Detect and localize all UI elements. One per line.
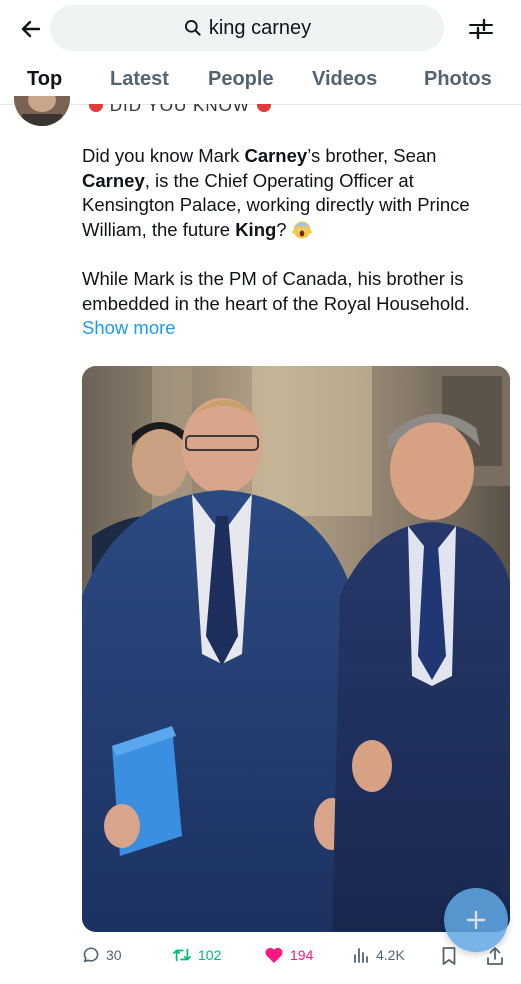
back-button[interactable] xyxy=(14,12,48,46)
share-upload-icon xyxy=(487,947,503,965)
bookmark-icon xyxy=(442,947,456,965)
post-header-cut-text: DID YOU KNOW xyxy=(88,104,308,114)
header-cut-label: DID YOU KNOW xyxy=(109,104,250,114)
post-paragraph-2: While Mark is the PM of Canada, his brot… xyxy=(82,267,470,339)
filter-sliders-icon xyxy=(469,18,493,40)
post-body: Did you know Mark Carney’s brother, Sean… xyxy=(82,144,502,341)
tab-photos[interactable]: Photos xyxy=(424,68,492,91)
tab-videos[interactable]: Videos xyxy=(312,68,377,91)
post-action-bar: 30 102 194 4.2K xyxy=(0,940,521,974)
views-bar-chart-icon xyxy=(354,948,368,963)
search-filter-button[interactable] xyxy=(464,14,498,44)
tab-top[interactable]: Top xyxy=(27,68,62,91)
screaming-face-emoji-icon xyxy=(291,221,312,239)
like-button[interactable]: 194 xyxy=(264,946,313,964)
top-bar: king carney xyxy=(0,0,521,56)
tab-people[interactable]: People xyxy=(208,68,274,91)
views-button[interactable]: 4.2K xyxy=(352,946,405,964)
avatar[interactable] xyxy=(14,96,70,126)
reply-bubble-icon xyxy=(83,947,99,963)
repost-button[interactable]: 102 xyxy=(172,946,221,964)
post-paragraph-1: Did you know Mark Carney’s brother, Sean… xyxy=(82,145,470,240)
search-bar[interactable]: king carney xyxy=(50,5,444,51)
like-count: 194 xyxy=(290,947,314,963)
red-circle-emoji-icon xyxy=(256,104,271,112)
tab-latest[interactable]: Latest xyxy=(110,68,169,91)
reply-count: 30 xyxy=(106,947,122,963)
views-count: 4.2K xyxy=(376,947,405,963)
repost-icon xyxy=(173,948,191,962)
search-tabs: Top Latest People Videos Photos xyxy=(0,58,521,102)
repost-count: 102 xyxy=(198,947,222,963)
back-arrow-icon xyxy=(21,20,41,38)
reply-button[interactable]: 30 xyxy=(82,946,122,964)
red-circle-emoji-icon xyxy=(89,104,103,112)
show-more-link[interactable]: Show more xyxy=(82,317,176,338)
heart-icon xyxy=(265,947,283,963)
bottom-divider xyxy=(0,976,521,984)
post-photo[interactable] xyxy=(82,366,510,932)
search-icon xyxy=(184,20,201,36)
share-button[interactable] xyxy=(486,946,504,966)
plus-icon xyxy=(466,910,486,930)
search-query-text: king carney xyxy=(208,16,312,39)
bookmark-button[interactable] xyxy=(441,946,457,966)
